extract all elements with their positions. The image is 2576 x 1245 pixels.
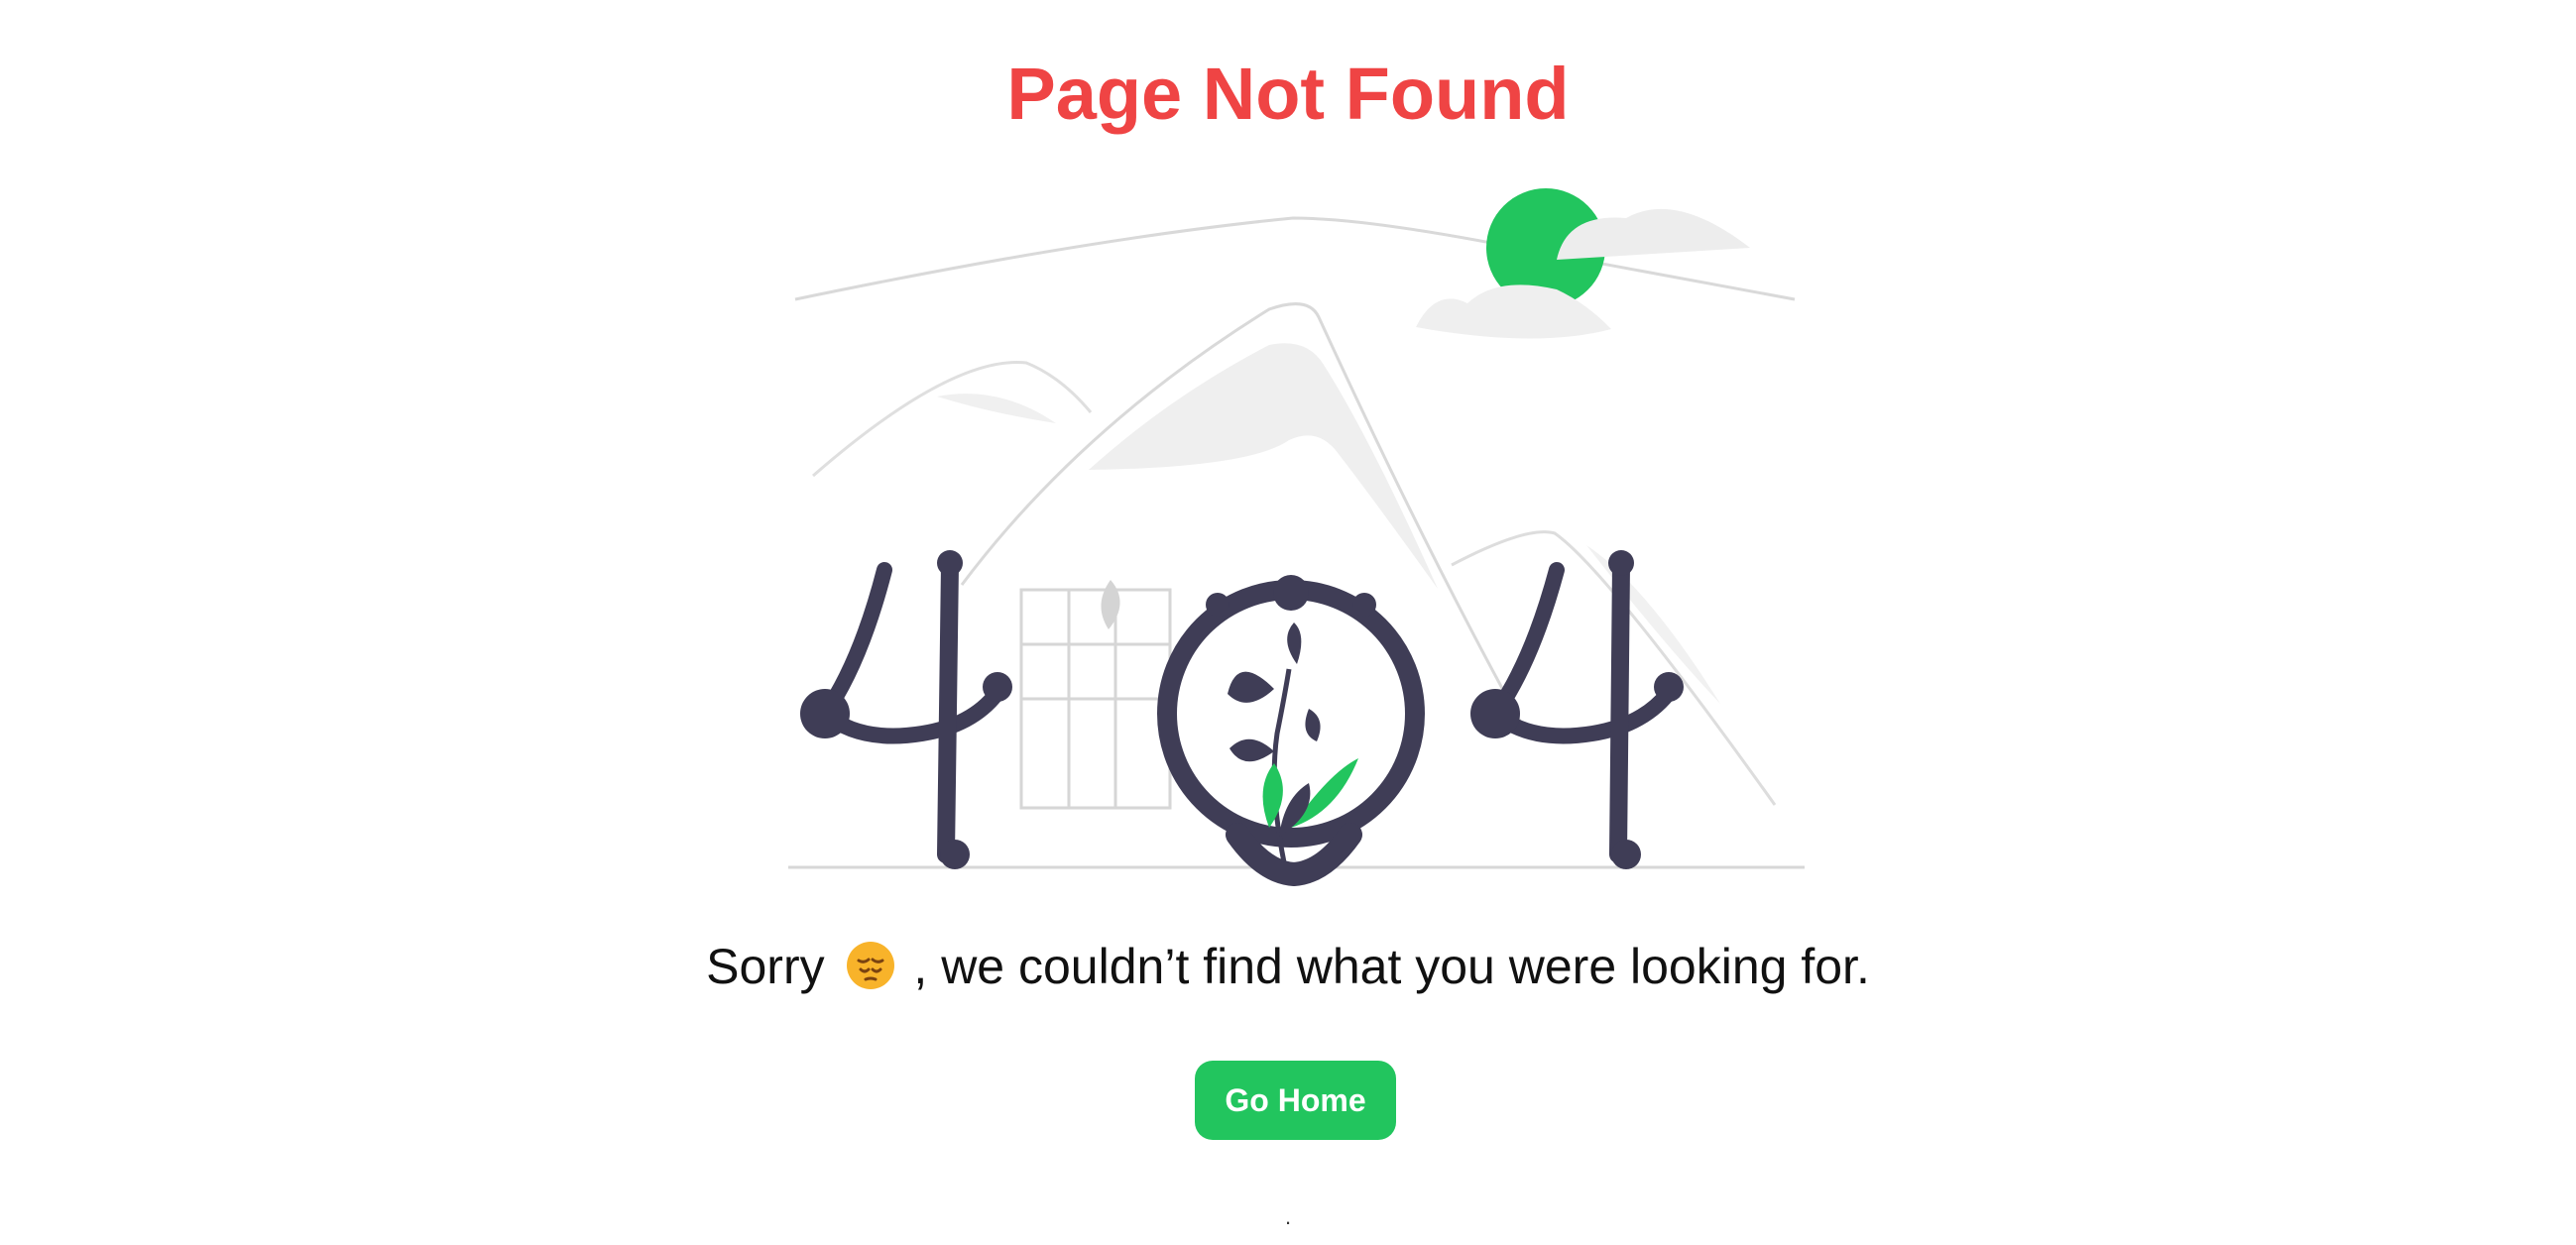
digit-four-left [800, 550, 1012, 869]
left-hill-shadow [937, 394, 1056, 423]
digit-zero-plant [1019, 575, 1425, 887]
pensive-face-icon [846, 942, 894, 989]
not-found-message: Sorry , we couldn’t find what you were l… [0, 927, 2576, 1006]
message-start: Sorry [706, 939, 839, 994]
right-mountain-shadow [1586, 545, 1720, 704]
main-mountain-snow [1089, 343, 1438, 589]
page-title: Page Not Found [1006, 53, 1570, 135]
message-end: , we couldn’t find what you were looking… [913, 939, 1870, 994]
not-found-page: Page Not Found Sorry , we couldn’t find … [0, 0, 2576, 1245]
go-home-button[interactable]: Go Home [1195, 1061, 1396, 1140]
404-illustration [788, 188, 1805, 887]
digit-four-right [1470, 550, 1684, 869]
footer-dot: . [1284, 1204, 1292, 1229]
